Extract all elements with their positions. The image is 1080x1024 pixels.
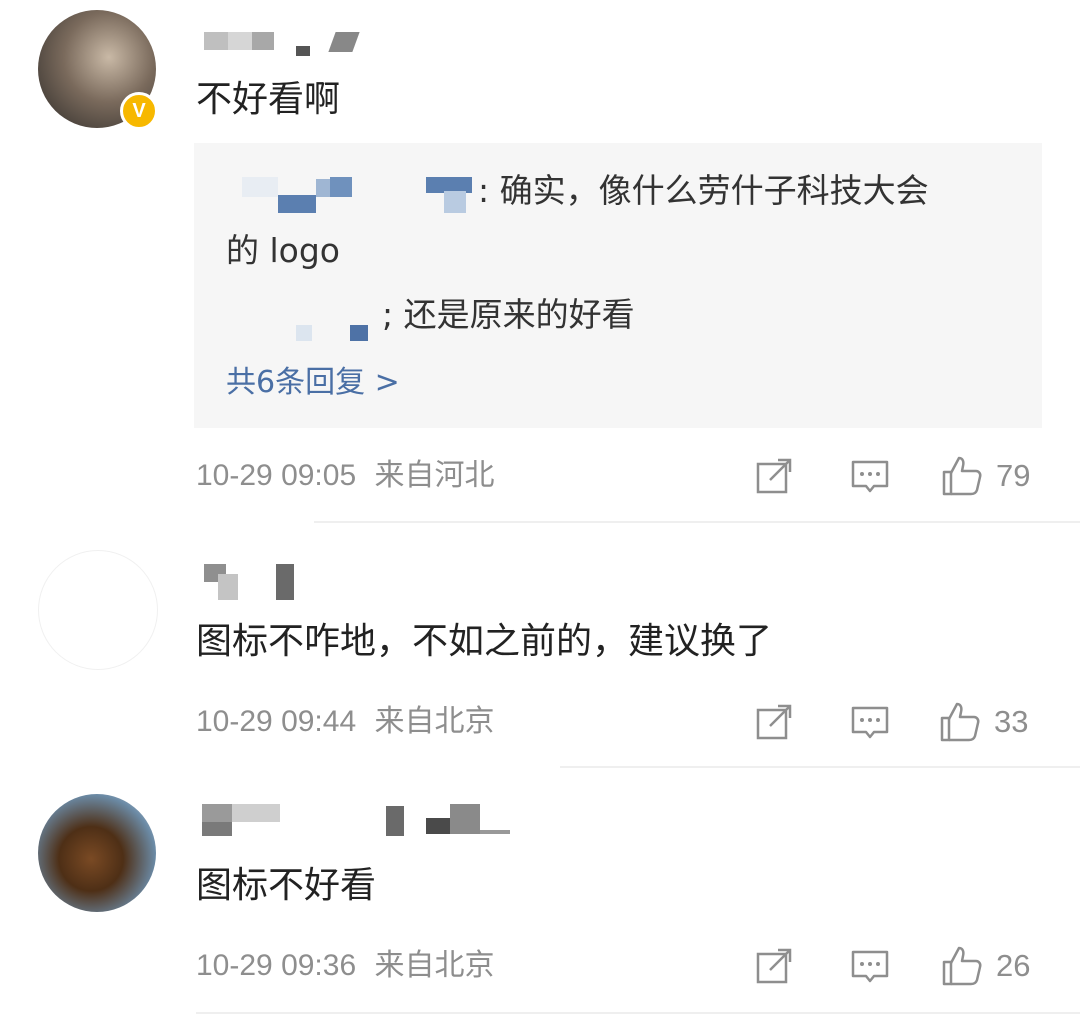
comment-button[interactable] (850, 456, 890, 496)
avatar[interactable] (38, 550, 158, 670)
share-icon (756, 704, 792, 740)
more-replies-link[interactable]: 共6条回复 > (226, 365, 400, 401)
like-count: 79 (996, 458, 1031, 493)
timestamp: 10-29 09:05 (196, 459, 357, 492)
thumbs-up-icon (940, 702, 980, 742)
comment-item: 图标不好看 10-29 09:36 来自北京 26 (0, 768, 1080, 1024)
comment-item: V 不好看啊 : 确实，像什么劳什子科技大会 的 logo ; 还是原来的好看 … (0, 0, 1080, 523)
comment-text: 图标不好看 (196, 865, 377, 906)
like-button[interactable]: 26 (940, 946, 1030, 986)
thumbs-up-icon (942, 946, 982, 986)
comment-actions: 33 (754, 702, 1044, 742)
share-button[interactable] (754, 946, 794, 986)
like-button[interactable]: 79 (940, 456, 1030, 496)
username-redacted[interactable] (196, 30, 376, 60)
reply-preview[interactable]: : 确实，像什么劳什子科技大会 的 logo ; 还是原来的好看 共6条回复 > (194, 143, 1042, 428)
comment-text: 不好看啊 (196, 79, 341, 120)
comment-button[interactable] (850, 946, 890, 986)
like-button[interactable]: 33 (938, 702, 1028, 742)
comment-text: 图标不咋地，不如之前的，建议换了 (196, 621, 773, 662)
reply-line: : 确实，像什么劳什子科技大会 (478, 171, 929, 210)
divider (196, 1012, 1080, 1014)
comment-item: 图标不咋地，不如之前的，建议换了 10-29 09:44 来自北京 33 (0, 522, 1080, 768)
like-count: 26 (996, 948, 1031, 983)
avatar[interactable] (38, 794, 156, 912)
comment-icon (851, 460, 889, 493)
like-count: 33 (994, 704, 1029, 739)
timestamp: 10-29 09:44 (196, 705, 357, 738)
location: 来自北京 (374, 705, 495, 738)
verified-badge-icon: V (120, 92, 158, 130)
share-button[interactable] (754, 702, 794, 742)
username-redacted[interactable] (196, 564, 316, 600)
timestamp: 10-29 09:36 (196, 949, 357, 982)
share-button[interactable] (754, 456, 794, 496)
share-icon (756, 948, 792, 984)
comment-actions: 26 (754, 946, 1044, 986)
thumbs-up-icon (942, 456, 982, 496)
comment-actions: 79 (754, 456, 1044, 496)
comment-meta: 10-29 09:05 来自河北 (196, 458, 494, 494)
comment-icon (851, 706, 889, 739)
comment-meta: 10-29 09:36 来自北京 (196, 948, 494, 984)
comment-meta: 10-29 09:44 来自北京 (196, 704, 494, 740)
comment-button[interactable] (850, 702, 890, 742)
username-redacted[interactable] (196, 804, 516, 836)
location: 来自北京 (374, 949, 495, 982)
reply-line-continued: 的 logo (226, 231, 340, 270)
location: 来自河北 (374, 459, 495, 492)
comment-icon (851, 950, 889, 983)
share-icon (756, 458, 792, 494)
reply-line: ; 还是原来的好看 (382, 295, 635, 334)
